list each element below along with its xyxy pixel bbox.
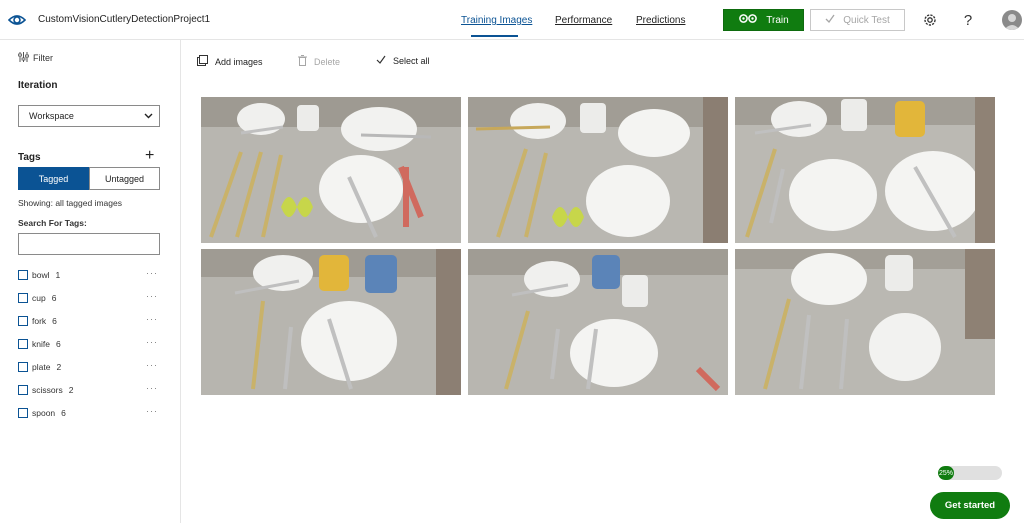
checkmark-icon <box>825 14 835 26</box>
progress-fill: 25% <box>938 466 954 480</box>
delete-label: Delete <box>314 56 341 67</box>
select-all-label: Select all <box>393 55 430 66</box>
tag-count: 6 <box>61 407 66 418</box>
training-image-6[interactable] <box>735 249 995 395</box>
tag-item-scissors[interactable]: scissors 2 ··· <box>18 378 160 401</box>
onboarding-progress-bar: 25% <box>938 466 1002 480</box>
add-images-button[interactable]: Add images <box>197 55 263 68</box>
tag-name: bowl <box>32 269 50 280</box>
quick-test-label: Quick Test <box>843 14 890 26</box>
chevron-down-icon <box>144 111 153 121</box>
tag-checkbox[interactable] <box>18 407 28 418</box>
tag-item-knife[interactable]: knife 6 ··· <box>18 332 160 355</box>
select-all-button[interactable]: Select all <box>376 55 430 66</box>
tab-performance[interactable]: Performance <box>555 15 612 26</box>
add-images-label: Add images <box>215 56 263 67</box>
tag-checkbox[interactable] <box>18 361 28 372</box>
tag-item-fork[interactable]: fork 6 ··· <box>18 309 160 332</box>
sidebar: Filter Iteration Workspace Tags + Tagged… <box>0 40 181 523</box>
search-tags-label: Search For Tags: <box>18 218 87 228</box>
tag-item-spoon[interactable]: spoon 6 ··· <box>18 401 160 424</box>
search-tags-input[interactable] <box>18 233 160 255</box>
tag-count: 6 <box>52 315 57 326</box>
get-started-button[interactable]: Get started <box>930 492 1010 519</box>
iteration-value: Workspace <box>29 111 74 121</box>
training-image-2[interactable] <box>468 97 728 243</box>
eye-icon[interactable] <box>7 11 27 29</box>
tag-name: spoon <box>32 407 56 418</box>
tag-name: plate <box>32 361 51 372</box>
showing-text: Showing: all tagged images <box>18 198 122 208</box>
more-options-icon[interactable]: ··· <box>146 337 158 347</box>
top-bar: CustomVisionCutleryDetectionProject1 Tra… <box>0 0 1024 40</box>
more-options-icon[interactable]: ··· <box>146 314 158 324</box>
tag-count: 2 <box>68 384 74 395</box>
more-options-icon[interactable]: ··· <box>146 291 158 301</box>
tag-name: scissors <box>32 384 63 395</box>
untagged-toggle[interactable]: Untagged <box>89 167 160 190</box>
tags-heading: Tags <box>18 152 41 163</box>
project-name: CustomVisionCutleryDetectionProject1 <box>38 14 211 25</box>
tag-checkbox[interactable] <box>18 269 28 280</box>
iteration-select[interactable]: Workspace <box>18 105 160 127</box>
tag-checkbox[interactable] <box>18 315 28 326</box>
gear-icon[interactable] <box>922 12 938 28</box>
gears-icon <box>738 13 758 27</box>
filter-button[interactable]: Filter <box>18 52 53 64</box>
active-tab-indicator <box>471 35 518 37</box>
tag-item-plate[interactable]: plate 2 ··· <box>18 355 160 378</box>
tab-predictions[interactable]: Predictions <box>636 15 685 26</box>
tag-name: knife <box>32 338 50 349</box>
tag-count: 6 <box>55 338 61 349</box>
trash-icon <box>298 55 307 68</box>
tag-name: fork <box>32 315 47 326</box>
checkmark-icon <box>376 55 386 66</box>
tag-count: 1 <box>55 269 61 280</box>
delete-button[interactable]: Delete <box>298 55 340 68</box>
add-tag-button[interactable]: + <box>145 148 154 164</box>
more-options-icon[interactable]: ··· <box>146 360 158 370</box>
quick-test-button[interactable]: Quick Test <box>810 9 905 31</box>
filter-icon <box>18 52 29 64</box>
training-image-4[interactable] <box>201 249 461 395</box>
tag-checkbox[interactable] <box>18 292 28 303</box>
tag-count: 6 <box>51 292 57 303</box>
more-options-icon[interactable]: ··· <box>146 406 158 416</box>
tag-checkbox[interactable] <box>18 384 28 395</box>
filter-label: Filter <box>33 53 53 63</box>
help-icon[interactable]: ? <box>960 12 976 29</box>
more-options-icon[interactable]: ··· <box>146 383 158 393</box>
tag-checkbox[interactable] <box>18 338 28 349</box>
tag-count: 2 <box>56 361 62 372</box>
training-image-3[interactable] <box>735 97 995 243</box>
train-button[interactable]: Train <box>723 9 804 31</box>
tag-name: cup <box>32 292 46 303</box>
add-images-icon <box>197 55 208 68</box>
training-image-1[interactable] <box>201 97 461 243</box>
training-image-5[interactable] <box>468 249 728 395</box>
tag-list: bowl 1 ··· cup 6 ··· fork 6 ··· knife 6 … <box>18 263 160 424</box>
tag-item-cup[interactable]: cup 6 ··· <box>18 286 160 309</box>
tab-training-images[interactable]: Training Images <box>461 15 532 26</box>
avatar[interactable] <box>1002 10 1022 30</box>
tag-item-bowl[interactable]: bowl 1 ··· <box>18 263 160 286</box>
progress-label: 25% <box>938 469 953 477</box>
more-options-icon[interactable]: ··· <box>146 268 158 278</box>
train-label: Train <box>766 14 789 26</box>
tagged-toggle[interactable]: Tagged <box>18 167 89 190</box>
iteration-heading: Iteration <box>18 80 58 91</box>
